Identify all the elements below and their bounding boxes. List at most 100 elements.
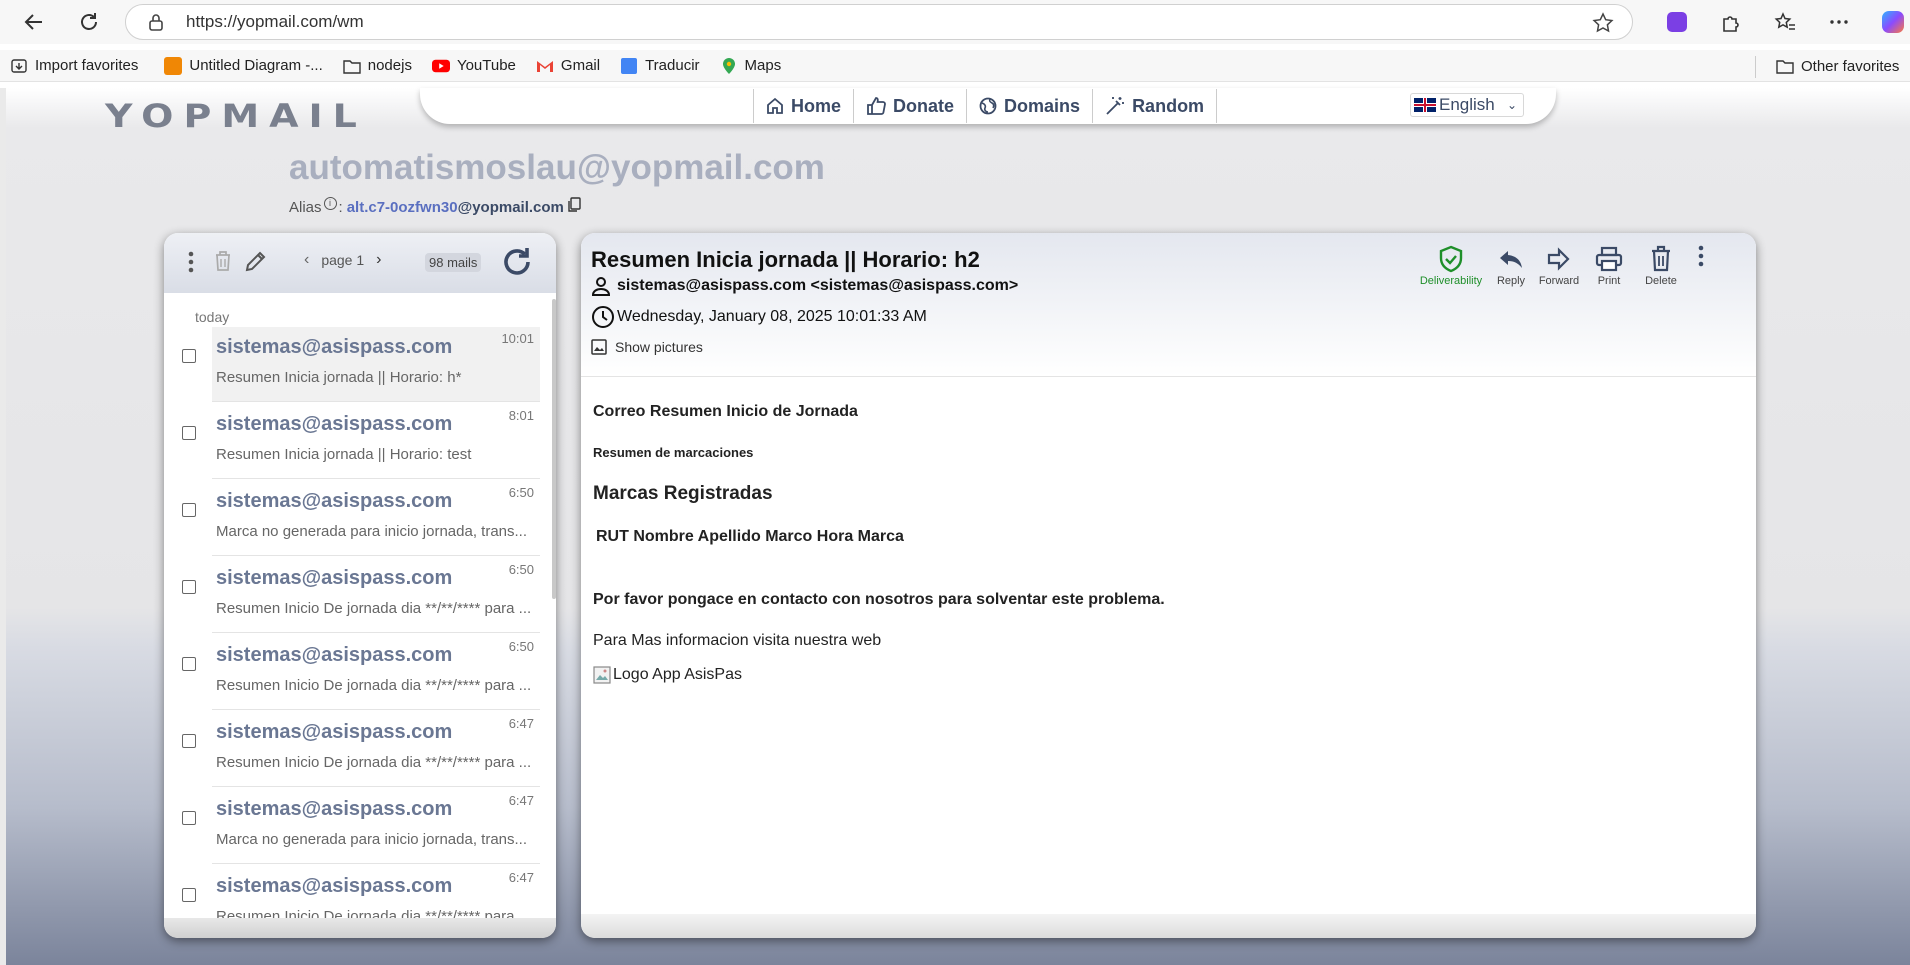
message-more-button[interactable] [1691, 245, 1711, 269]
back-button[interactable] [19, 8, 49, 36]
mail-item-content[interactable]: sistemas@asispass.com Resumen Inicio De … [212, 558, 540, 633]
mail-item-content[interactable]: sistemas@asispass.com Resumen Inicia jor… [212, 404, 540, 479]
bookmark-untitled-diagram[interactable]: Untitled Diagram -... [154, 52, 332, 80]
mail-item-content[interactable]: sistemas@asispass.com Resumen Inicia jor… [212, 327, 540, 402]
next-page-icon[interactable]: › [376, 251, 381, 269]
body-table-header: RUT Nombre Apellido Marco Hora Marca [596, 528, 904, 545]
nav-home[interactable]: Home [753, 89, 854, 123]
mail-checkbox[interactable] [182, 734, 196, 748]
bookmark-import-favorites[interactable]: Import favorites [0, 52, 148, 80]
copilot-icon[interactable] [1877, 6, 1909, 38]
page-label: page 1 [321, 252, 365, 268]
list-item[interactable]: sistemas@asispass.com Resumen Inicio De … [164, 558, 556, 635]
mail-sender: sistemas@asispass.com [216, 336, 453, 358]
mail-item-content[interactable]: sistemas@asispass.com Marca no generada … [212, 481, 540, 556]
favorites-icon[interactable] [1769, 6, 1801, 38]
nav-donate[interactable]: Donate [853, 89, 967, 123]
action-label: Delete [1645, 275, 1677, 287]
translate-icon [620, 57, 638, 75]
list-item[interactable]: sistemas@asispass.com Marca no generada … [164, 789, 556, 866]
mail-time: 8:01 [508, 408, 534, 423]
alias-value[interactable]: alt.c7-0ozfwn30 [347, 199, 458, 216]
address-bar[interactable]: https://yopmail.com/wm [125, 4, 1633, 40]
thumbs-up-icon [867, 97, 886, 115]
uk-flag-icon [1414, 98, 1436, 112]
mail-checkbox[interactable] [182, 657, 196, 671]
language-select[interactable]: English ⌄ [1410, 93, 1524, 117]
message-from-row: sistemas@asispass.com <sistemas@asispass… [591, 276, 1018, 296]
info-icon[interactable]: i [323, 196, 337, 210]
mail-checkbox[interactable] [182, 811, 196, 825]
bookmarks-divider [1755, 56, 1756, 78]
deliverability-button[interactable]: Deliverability [1419, 245, 1483, 287]
bookmark-traducir[interactable]: Traducir [610, 52, 709, 80]
mail-checkbox[interactable] [182, 888, 196, 902]
reply-icon [1500, 251, 1522, 268]
list-item[interactable]: sistemas@asispass.com Resumen Inicia jor… [164, 404, 556, 481]
yopmail-logo[interactable]: YOPMAIL [105, 97, 367, 134]
nav-random[interactable]: Random [1092, 89, 1218, 123]
list-item[interactable]: sistemas@asispass.com Resumen Inicio De … [164, 712, 556, 789]
more-vertical-icon[interactable] [188, 251, 194, 278]
bookmark-nodejs[interactable]: nodejs [333, 52, 422, 80]
day-label: today [195, 309, 230, 325]
bookmark-gmail[interactable]: Gmail [526, 52, 610, 80]
action-label: Deliverability [1419, 275, 1483, 287]
copy-icon[interactable] [567, 197, 581, 217]
chevron-down-icon: ⌄ [1506, 98, 1517, 112]
nav-domains[interactable]: Domains [966, 89, 1093, 123]
trash-icon [1652, 245, 1670, 272]
bookmark-maps[interactable]: Maps [710, 52, 792, 80]
maps-icon [720, 57, 738, 75]
mail-time: 6:47 [508, 870, 534, 885]
body-problem-text: Por favor pongace en contacto con nosotr… [593, 591, 1165, 608]
mail-checkbox[interactable] [182, 349, 196, 363]
bookmark-youtube[interactable]: YouTube [422, 52, 526, 80]
mail-time: 6:50 [508, 562, 534, 577]
show-pictures-link[interactable]: Show pictures [591, 339, 703, 355]
message-date: Wednesday, January 08, 2025 10:01:33 AM [617, 308, 927, 325]
mail-checkbox[interactable] [182, 580, 196, 594]
print-button[interactable]: Print [1579, 245, 1639, 287]
nav-label: Home [791, 95, 842, 116]
reload-icon [81, 13, 97, 30]
refresh-icon[interactable] [500, 245, 534, 284]
mail-subject: Marca no generada para inicio jornada, t… [216, 831, 528, 848]
broken-image-icon [593, 666, 611, 684]
prev-page-icon[interactable]: ‹ [304, 251, 309, 269]
mail-subject: Resumen Inicia jornada || Horario: test [216, 446, 472, 463]
nav-label: Random [1132, 95, 1205, 116]
mail-subject: Marca no generada para inicio jornada, t… [216, 523, 528, 540]
list-item[interactable]: sistemas@asispass.com Resumen Inicio De … [164, 635, 556, 712]
list-item[interactable]: sistemas@asispass.com Marca no generada … [164, 481, 556, 558]
globe-icon [979, 97, 997, 115]
language-label: English [1439, 95, 1495, 114]
mail-list-scrollbar[interactable] [552, 299, 556, 599]
browser-toolbar: https://yopmail.com/wm [0, 0, 1910, 44]
mail-checkbox[interactable] [182, 503, 196, 517]
trash-icon[interactable] [214, 250, 232, 277]
extensions-puzzle-icon[interactable] [1715, 6, 1747, 38]
list-item[interactable]: sistemas@asispass.com Resumen Inicia jor… [164, 327, 556, 404]
mail-item-content[interactable]: sistemas@asispass.com Resumen Inicio De … [212, 712, 540, 787]
action-label: Forward [1538, 275, 1580, 287]
gmail-icon [536, 57, 554, 75]
reload-button[interactable] [74, 8, 104, 36]
mail-checkbox[interactable] [182, 426, 196, 440]
bookmark-other-favorites[interactable]: Other favorites [1766, 52, 1909, 80]
mail-item-content[interactable]: sistemas@asispass.com Resumen Inicio De … [212, 635, 540, 710]
mail-item-content[interactable]: sistemas@asispass.com Marca no generada … [212, 789, 540, 864]
more-menu-icon[interactable] [1823, 6, 1855, 38]
broken-image: Logo App AsisPas [593, 666, 742, 684]
favorite-star-icon[interactable] [1592, 12, 1614, 39]
extension-purple-icon[interactable] [1661, 6, 1693, 38]
mail-sender: sistemas@asispass.com [216, 567, 453, 589]
compose-pencil-icon[interactable] [244, 249, 268, 278]
delete-button[interactable]: Delete [1631, 245, 1691, 287]
bookmark-label: Traducir [645, 57, 700, 74]
action-label: Print [1597, 275, 1621, 287]
body-info-text[interactable]: Para Mas informacion visita nuestra web [593, 632, 881, 650]
mail-list-panel: ‹ page 1 › 98 mails today sistemas@asisp… [164, 233, 556, 938]
more-vertical-icon [1698, 245, 1704, 267]
mail-sender: sistemas@asispass.com [216, 413, 453, 435]
